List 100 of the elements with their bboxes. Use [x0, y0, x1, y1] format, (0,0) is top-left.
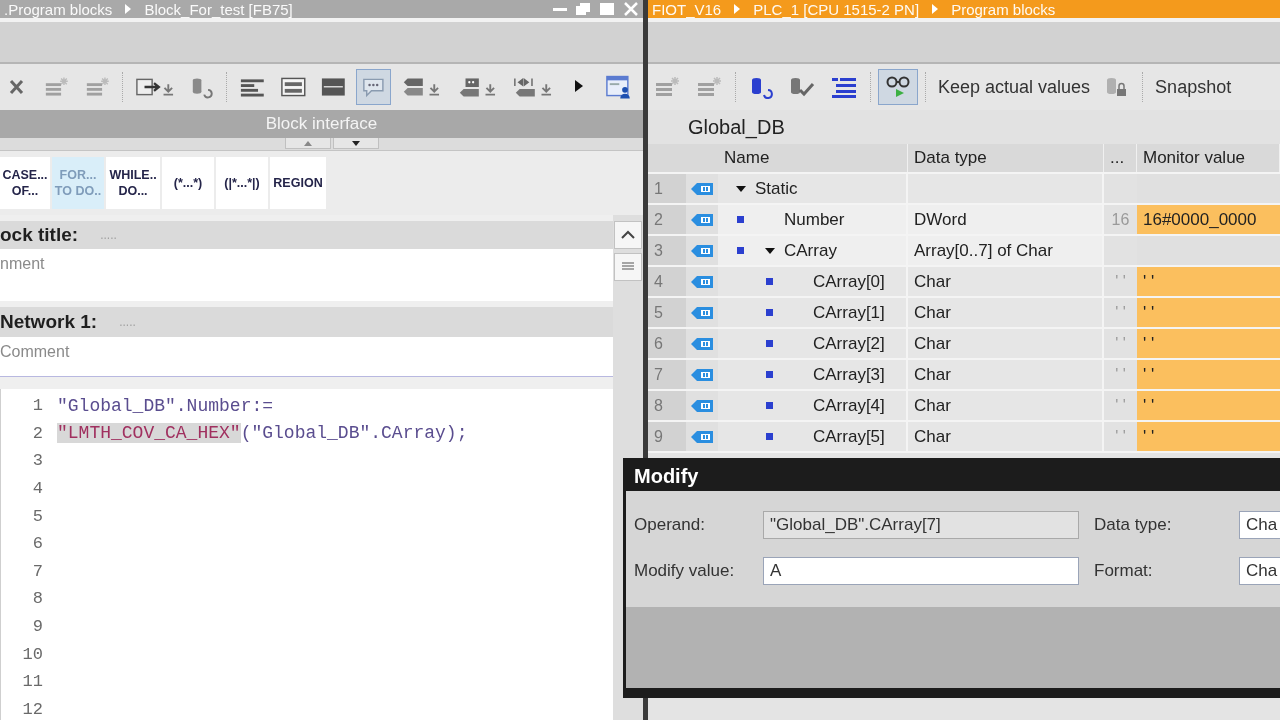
database-check-icon	[788, 75, 816, 99]
bullet-icon	[766, 371, 773, 378]
grip-icon	[621, 262, 635, 272]
line-number: 1	[31, 396, 44, 416]
tag-name: Static	[755, 178, 798, 199]
bullet-icon	[766, 309, 773, 316]
instruction-button[interactable]: WHILE.. DO...	[106, 157, 160, 209]
bracket-tag-icon	[511, 75, 554, 99]
instruction-button[interactable]: (|*...*|)	[216, 157, 268, 209]
line-number: 6	[31, 534, 44, 554]
field-label: Operand:	[634, 515, 706, 535]
row-number: 4	[648, 267, 686, 296]
line-number: 8	[31, 589, 44, 609]
chevron-icon	[124, 3, 133, 15]
tag-name: CArray[4]	[813, 395, 885, 416]
bullet-icon	[766, 278, 773, 285]
data-type-cell: Char	[908, 360, 1104, 389]
bullet-icon	[766, 340, 773, 347]
tag-name: CArray[0]	[813, 271, 885, 292]
block-comment[interactable]: nment	[0, 255, 45, 272]
scroll-thumb[interactable]	[614, 253, 642, 281]
chevron-icon	[733, 3, 742, 15]
up-triangle-icon	[303, 140, 312, 146]
scroll-up-button[interactable]	[614, 221, 642, 249]
field-label: Modify value:	[634, 561, 736, 581]
block-title-label: ock title:	[0, 224, 79, 246]
modify-value-field[interactable]: A	[763, 557, 1079, 585]
stack-icon	[653, 75, 681, 99]
row-number: 1	[648, 174, 686, 203]
line-number: 11	[21, 672, 44, 692]
operand-field[interactable]: "Global_DB".CArray[7]	[763, 511, 1079, 539]
monitor-value-cell: ' '	[1137, 329, 1280, 358]
line-number: 2	[31, 423, 44, 443]
data-type-cell: Char	[908, 329, 1104, 358]
tag-name: Number	[784, 209, 845, 230]
row-number: 8	[648, 391, 686, 420]
tag-name: CArray	[784, 240, 837, 261]
data-type-cell: Char	[908, 391, 1104, 420]
line-number: 4	[31, 479, 44, 499]
row-number: 7	[648, 360, 686, 389]
bullet-icon	[737, 247, 744, 254]
line-number: 5	[31, 506, 44, 526]
stack-icon	[695, 75, 723, 99]
tag-name: CArray[1]	[813, 302, 885, 323]
toolbar-button[interactable]: Keep actual values	[933, 69, 1096, 105]
monitor-value-cell: ' '	[1137, 391, 1280, 420]
bullet-icon	[737, 216, 744, 223]
toolbar-button[interactable]: Snapshot	[1150, 69, 1237, 105]
close-icon	[623, 2, 639, 16]
chevron-icon	[931, 3, 940, 15]
maximize-icon	[599, 2, 615, 16]
user-window-icon	[605, 73, 633, 101]
row-number: 6	[648, 329, 686, 358]
tag-name: CArray[2]	[813, 333, 885, 354]
restore-icon	[575, 2, 591, 16]
monitor-value-cell: ' '	[1137, 298, 1280, 327]
bullet-icon	[766, 433, 773, 440]
instruction-button[interactable]: REGION	[270, 157, 326, 209]
line-number: 3	[31, 451, 44, 471]
line-number: 12	[21, 699, 44, 719]
network-title-label: Network 1:	[0, 311, 98, 333]
field-label: Data type:	[1094, 515, 1173, 535]
row-number: 9	[648, 422, 686, 451]
field-label: Format:	[1094, 561, 1154, 581]
minimize-icon	[553, 7, 567, 11]
splitter-handle[interactable]	[284, 138, 331, 149]
monitor-value-cell: 16#0000_0000	[1137, 205, 1280, 234]
toolbar-button[interactable]	[878, 69, 918, 105]
line-number: 10	[21, 644, 44, 664]
stack-icon	[43, 75, 70, 99]
tag-name: CArray[3]	[813, 364, 885, 385]
panel-icon	[320, 75, 347, 99]
row-number: 2	[648, 205, 686, 234]
list-icon	[830, 75, 858, 99]
monitor-value-cell: ' '	[1137, 267, 1280, 296]
splitter-handle[interactable]	[332, 138, 379, 149]
format-field[interactable]: Cha	[1239, 557, 1280, 585]
data-type-cell: Array[0..7] of Char	[908, 236, 1104, 265]
down-triangle-icon	[351, 140, 360, 146]
data-type-cell: Char	[908, 422, 1104, 451]
monitor-value-cell: ' '	[1137, 360, 1280, 389]
dialog-title: Modify	[634, 464, 699, 488]
network-comment[interactable]: Comment	[0, 343, 70, 360]
chevron-up-icon	[621, 230, 635, 240]
data-type-cell: Char	[908, 298, 1104, 327]
data-type-cell: DWord	[908, 205, 1104, 234]
instruction-button[interactable]: CASE... OF...	[0, 157, 50, 209]
row-number: 3	[648, 236, 686, 265]
row-number: 5	[648, 298, 686, 327]
line-number: 9	[31, 617, 44, 637]
panel-icon	[279, 75, 307, 99]
instruction-button[interactable]: (*...*)	[162, 157, 214, 209]
data-type-field[interactable]: Cha	[1239, 511, 1280, 539]
code-line: "LMTH_COV_CA_HEX"("Global_DB".CArray);	[57, 423, 468, 444]
data-type-cell: Char	[908, 267, 1104, 296]
code-line: "Global_DB".Number:=	[57, 395, 274, 416]
monitor-value-cell: ' '	[1137, 422, 1280, 451]
line-number: 7	[31, 561, 44, 581]
tag-name: CArray[5]	[813, 426, 885, 447]
bullet-icon	[766, 402, 773, 409]
